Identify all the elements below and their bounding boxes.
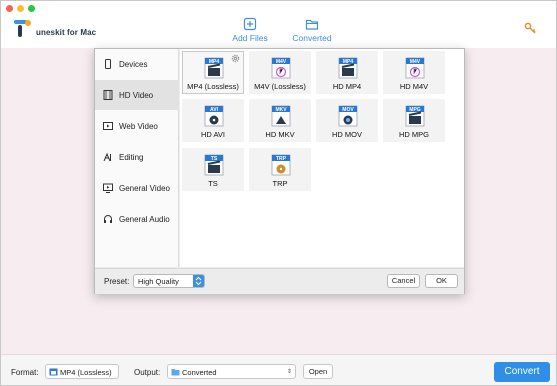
sidebar-item-label: HD Video [119, 90, 154, 100]
open-button[interactable]: Open [303, 364, 333, 379]
format-tile-label: MP4 (Lossless) [187, 82, 239, 91]
sidebar-item-label: Editing [119, 152, 144, 162]
format-tile-label: HD MKV [265, 130, 295, 139]
converted-button[interactable]: Converted [288, 17, 336, 43]
phone-icon [105, 59, 111, 69]
select-arrows-icon [193, 275, 204, 287]
mp4-file-icon [49, 368, 58, 376]
format-file-icon: M4V [405, 57, 425, 79]
sidebar-item-label: Devices [119, 59, 148, 69]
sidebar-item-label: General Audio [119, 214, 170, 224]
format-value: MP4 (Lossless) [60, 368, 112, 377]
sidebar-item-label: General Video [119, 183, 170, 193]
close-window-button[interactable] [6, 5, 13, 12]
ok-button[interactable]: OK [425, 274, 458, 288]
format-dialog: Devices HD Video Web Video Editing Gener… [94, 48, 465, 294]
toolbar: uneskit for Mac Add Files Converted [1, 1, 556, 48]
add-files-label: Add Files [232, 33, 268, 43]
register-key-icon[interactable] [524, 22, 536, 34]
sidebar-item-devices[interactable]: Devices [95, 49, 179, 79]
format-tile-label: TS [208, 179, 218, 188]
format-label: Format: [11, 368, 39, 377]
format-tile-label: TRP [272, 179, 288, 188]
output-value: Converted [182, 368, 217, 377]
format-badge-text: TS [211, 156, 218, 162]
format-file-icon: TRP [271, 154, 291, 176]
monitor-icon [103, 183, 113, 193]
minimize-window-button[interactable] [17, 5, 24, 12]
output-label: Output: [134, 368, 161, 377]
converted-label: Converted [292, 33, 332, 43]
format-badge-text: AVI [210, 107, 219, 113]
app-name: uneskit for Mac [36, 28, 97, 37]
dropdown-arrows-icon: ⇕ [286, 369, 292, 375]
sidebar-item-label: Web Video [119, 121, 158, 131]
format-badge-text: M4V [276, 59, 287, 65]
convert-button[interactable]: Convert [494, 362, 550, 382]
format-tile-label: HD MP4 [332, 82, 362, 91]
format-category-sidebar: Devices HD Video Web Video Editing Gener… [95, 49, 179, 267]
cancel-button[interactable]: Cancel [387, 274, 420, 288]
folder-icon [305, 19, 319, 30]
film-icon [103, 90, 113, 100]
format-grid: MP4 MP4 (Lossless) M4V M4V (Lossless) MP4 HD … [180, 49, 464, 267]
sidebar-item-hd-video[interactable]: HD Video [95, 80, 179, 110]
dialog-footer: Preset: High Quality Cancel OK [95, 268, 464, 294]
preset-select[interactable]: High Quality [133, 274, 205, 288]
format-field[interactable]: MP4 (Lossless) [45, 364, 119, 379]
format-tile-hd-mpg[interactable]: MPG HD MPG [383, 99, 445, 142]
format-tile-mp4-lossless[interactable]: MP4 MP4 (Lossless) [182, 51, 244, 94]
preset-label: Preset: [104, 277, 130, 286]
headphones-icon [104, 215, 112, 223]
format-file-icon: AVI [204, 105, 224, 127]
format-tile-trp[interactable]: TRP TRP [249, 148, 311, 191]
format-tile-hd-mp4[interactable]: MP4 HD MP4 [316, 51, 378, 94]
zoom-window-button[interactable] [28, 5, 35, 12]
format-badge-text: MKV [275, 107, 287, 113]
format-badge-text: M4V [410, 59, 421, 65]
sidebar-item-web-video[interactable]: Web Video [95, 111, 179, 141]
format-file-icon: MKV [271, 105, 291, 127]
format-tile-label: HD M4V [399, 82, 429, 91]
format-file-icon: MP4 [204, 57, 224, 79]
format-tile-label: HD AVI [200, 130, 226, 139]
format-badge-text: TRP [276, 156, 287, 162]
tuneskit-logo-icon [14, 20, 31, 37]
format-tile-label: M4V (Lossless) [254, 82, 306, 91]
app-logo: uneskit for Mac [13, 19, 97, 39]
sidebar-item-editing[interactable]: Editing [95, 142, 179, 172]
bottom-bar: Format: MP4 (Lossless) Output: Converted… [1, 354, 556, 385]
add-files-button[interactable]: Add Files [228, 17, 272, 43]
web-video-icon [103, 122, 113, 130]
output-folder-select[interactable]: Converted ⇕ [167, 364, 296, 379]
format-tile-hd-mov[interactable]: MOV HD MOV [316, 99, 378, 142]
format-file-icon: M4V [271, 57, 291, 79]
format-tile-m4v-lossless[interactable]: M4V M4V (Lossless) [249, 51, 311, 94]
gear-icon[interactable] [231, 54, 240, 63]
folder-icon [171, 369, 180, 376]
format-tile-label: HD MPG [399, 130, 429, 139]
app-window: uneskit for Mac Add Files Converted Devi… [0, 0, 557, 386]
editing-icon [103, 152, 111, 162]
window-controls [6, 5, 35, 12]
sidebar-item-general-video[interactable]: General Video [95, 173, 179, 203]
preset-value: High Quality [138, 277, 179, 286]
format-tile-hd-mkv[interactable]: MKV HD MKV [249, 99, 311, 142]
add-files-icon [243, 17, 257, 31]
format-file-icon: TS [204, 154, 224, 176]
format-file-icon: MOV [338, 105, 358, 127]
format-tile-hd-avi[interactable]: AVI HD AVI [182, 99, 244, 142]
format-tile-label: HD MOV [332, 130, 362, 139]
format-file-icon: MP4 [338, 57, 358, 79]
format-file-icon: MPG [405, 105, 425, 127]
sidebar-item-general-audio[interactable]: General Audio [95, 204, 179, 234]
format-tile-ts[interactable]: TS TS [182, 148, 244, 191]
format-badge-text: MOV [342, 107, 354, 113]
format-tile-hd-m4v[interactable]: M4V HD M4V [383, 51, 445, 94]
